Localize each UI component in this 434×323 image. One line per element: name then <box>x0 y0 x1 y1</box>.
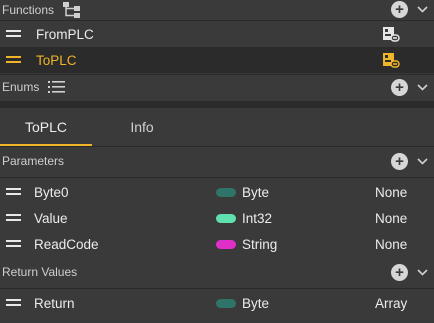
type-color-swatch <box>216 239 236 249</box>
drag-handle-icon[interactable] <box>6 30 21 38</box>
add-enum-button[interactable]: + <box>391 78 408 96</box>
drag-handle-icon[interactable] <box>6 214 21 222</box>
parameter-name[interactable]: Value <box>34 211 68 226</box>
tab-toplc[interactable]: ToPLC <box>0 108 92 146</box>
tab-info[interactable]: Info <box>96 108 188 146</box>
drag-handle-icon[interactable] <box>6 188 21 196</box>
tab-label: ToPLC <box>24 119 68 135</box>
chevron-down-icon[interactable] <box>416 4 428 16</box>
return-value-type[interactable]: Byte <box>242 296 269 311</box>
chevron-down-icon[interactable] <box>416 155 428 167</box>
chevron-down-icon[interactable] <box>416 266 428 278</box>
function-label: ToPLC <box>36 52 77 68</box>
parameter-default[interactable]: None <box>375 185 407 200</box>
function-link-icon[interactable] <box>382 52 400 68</box>
parameter-default[interactable]: None <box>375 211 407 226</box>
return-value-row[interactable]: Return Byte Array <box>0 290 434 316</box>
drag-handle-icon[interactable] <box>6 299 21 307</box>
type-color-swatch <box>216 187 236 197</box>
return-values-header[interactable]: Return Values + <box>0 261 434 283</box>
chevron-down-icon[interactable] <box>416 81 428 93</box>
enums-header[interactable]: Enums + <box>0 76 434 98</box>
parameters-header[interactable]: Parameters + <box>0 150 434 172</box>
drag-handle-icon[interactable] <box>6 56 21 64</box>
list-icon <box>48 80 66 94</box>
tab-label: Info <box>130 119 154 135</box>
functions-header[interactable]: Functions + <box>0 0 434 19</box>
return-value-kind[interactable]: Array <box>375 296 407 311</box>
parameter-row-readcode[interactable]: ReadCode String None <box>0 231 434 257</box>
drag-handle-icon[interactable] <box>6 240 21 248</box>
type-color-swatch <box>216 213 236 223</box>
parameter-name[interactable]: ReadCode <box>34 237 99 252</box>
parameter-row-value[interactable]: Value Int32 None <box>0 205 434 231</box>
add-parameter-button[interactable]: + <box>391 152 408 170</box>
return-values-title: Return Values <box>2 265 78 279</box>
return-value-name[interactable]: Return <box>34 296 75 311</box>
add-function-button[interactable]: + <box>391 1 408 18</box>
function-row-toplc[interactable]: ToPLC <box>0 47 434 73</box>
function-label: FromPLC <box>36 26 94 42</box>
add-return-value-button[interactable]: + <box>391 263 408 281</box>
parameter-type[interactable]: Byte <box>242 185 269 200</box>
parameters-title: Parameters <box>2 154 65 168</box>
enums-title: Enums <box>2 80 40 94</box>
tree-structure-icon <box>63 1 81 18</box>
function-row-fromplc[interactable]: FromPLC <box>0 21 434 47</box>
parameter-type[interactable]: String <box>242 237 277 252</box>
tab-bar: ToPLC Info <box>0 108 434 146</box>
parameter-default[interactable]: None <box>375 237 407 252</box>
type-color-swatch <box>216 298 236 308</box>
parameter-name[interactable]: Byte0 <box>34 185 69 200</box>
parameter-type[interactable]: Int32 <box>242 211 272 226</box>
parameter-row-byte0[interactable]: Byte0 Byte None <box>0 179 434 205</box>
function-link-icon[interactable] <box>382 26 400 42</box>
functions-title: Functions <box>2 2 55 17</box>
